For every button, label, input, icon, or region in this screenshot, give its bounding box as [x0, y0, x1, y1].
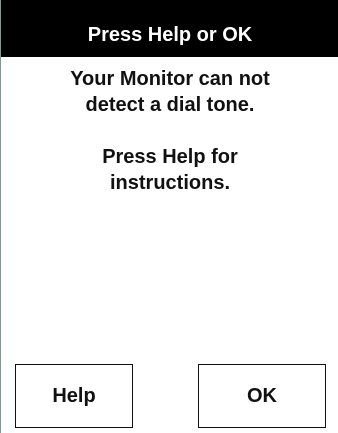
error-message-line-1: Your Monitor can not: [70, 68, 270, 90]
error-message-line-2: detect a dial tone.: [85, 94, 255, 116]
instruction-message: Press Help for instructions.: [1, 144, 338, 196]
dialog-message: Your Monitor can not detect a dial tone.…: [1, 66, 338, 222]
ok-button[interactable]: OK: [198, 364, 326, 428]
dialog-title: Press Help or OK: [1, 0, 338, 57]
dialog-screen: Press Help or OK Your Monitor can not de…: [0, 0, 338, 433]
error-message: Your Monitor can not detect a dial tone.: [1, 66, 338, 118]
instruction-message-line-1: Press Help for: [102, 146, 238, 168]
help-button[interactable]: Help: [15, 364, 133, 428]
instruction-message-line-2: instructions.: [109, 172, 230, 194]
